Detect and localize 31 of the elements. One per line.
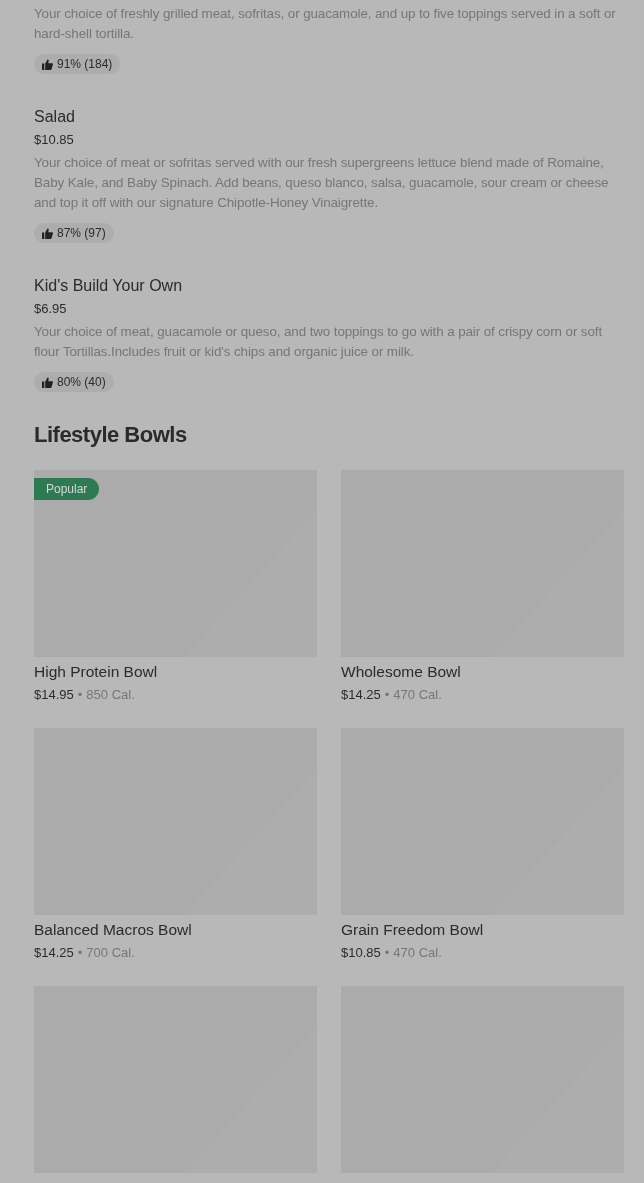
thumbs-up-icon: [42, 58, 53, 70]
item-description: Your choice of meat or sofritas served with our fresh supergreens lettuce blend made of Romaine, Baby Kale, and Baby Spinach. Add beans, queso blanco, salsa, guacamole, sour cream or cheese and top it off with our signature Chipotle-Honey Vinaigrette.: [34, 154, 610, 212]
card-title[interactable]: High Protein Bowl: [34, 662, 158, 682]
card-calories: 850 Cal.: [86, 686, 135, 704]
separator-dot: •: [384, 944, 390, 962]
card-price: $14.95: [34, 686, 74, 704]
separator-dot: •: [77, 944, 83, 962]
card-price: $14.25: [341, 686, 381, 704]
item-description: Your choice of freshly grilled meat, sofritas, or guacamole, and up to five toppings served in a soft or hard-shell tortilla.: [34, 5, 617, 43]
item-price: $10.85: [34, 131, 74, 149]
card-title[interactable]: Wholesome Bowl: [341, 662, 461, 682]
rating-text: 91% (184): [57, 57, 113, 71]
card-calories: 700 Cal.: [86, 944, 135, 962]
card-title[interactable]: Grain Freedom Bowl: [341, 920, 484, 940]
card-price: $10.85: [341, 944, 381, 962]
card-calories: 470 Cal.: [393, 944, 442, 962]
card-price: $14.25: [34, 944, 74, 962]
rating-text: 87% (97): [57, 226, 106, 240]
card-title[interactable]: Balanced Macros Bowl: [34, 920, 192, 940]
rating-text: 80% (40): [57, 375, 106, 389]
popular-badge: Popular: [34, 478, 100, 500]
separator-dot: •: [77, 686, 83, 704]
item-name[interactable]: Salad: [34, 106, 75, 128]
item-name[interactable]: Kid's Build Your Own: [34, 275, 183, 297]
item-price: $6.95: [34, 300, 67, 318]
separator-dot: •: [384, 686, 390, 704]
item-description: Your choice of meat, guacamole or queso, and two toppings to go with a pair of crispy corn or soft flour Tortillas.Includes fruit or kid's chips and organic juice or milk.: [34, 323, 604, 361]
section-title: Lifestyle Bowls: [34, 422, 188, 448]
thumbs-up-icon: [42, 376, 53, 388]
card-calories: 470 Cal.: [393, 686, 442, 704]
thumbs-up-icon: [42, 227, 53, 239]
